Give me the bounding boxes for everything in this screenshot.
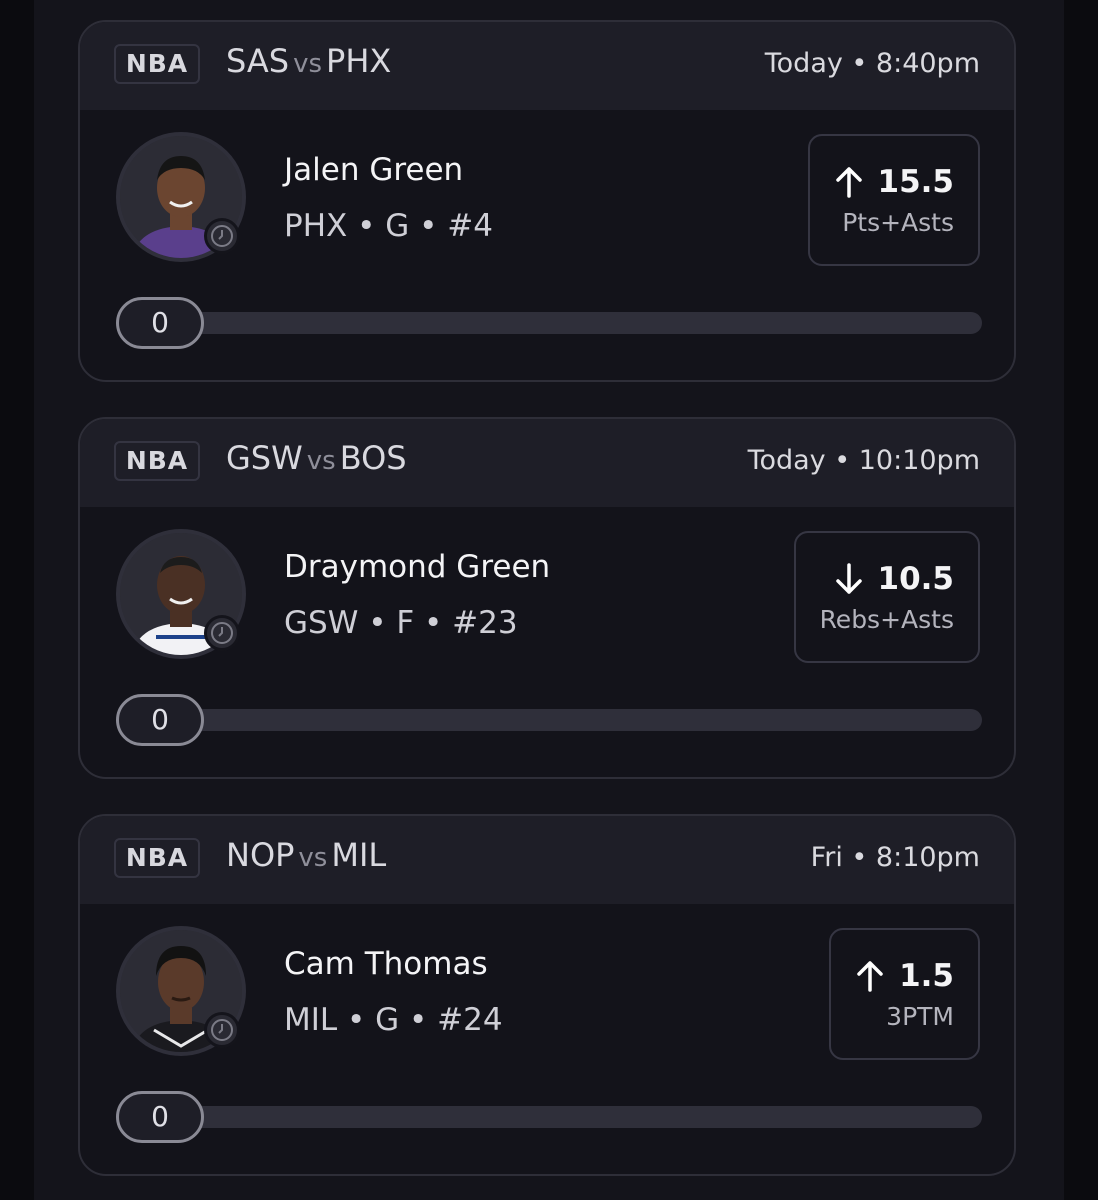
pick-card[interactable]: NBA NOP vs MIL Fri • 8:10pm Cam Thomas M… xyxy=(78,814,1016,1176)
game-time: Today • 10:10pm xyxy=(747,445,980,476)
progress-count: 0 xyxy=(116,694,204,746)
matchup: NOP vs MIL xyxy=(226,836,386,874)
arrow-down-icon xyxy=(835,562,862,594)
progress-track xyxy=(152,1106,982,1128)
projection-button[interactable]: 1.5 3PTM xyxy=(829,928,980,1060)
progress-count: 0 xyxy=(116,297,204,349)
player-name: Cam Thomas xyxy=(284,946,488,982)
card-header: NBA GSW vs BOS Today • 10:10pm xyxy=(80,419,1014,507)
projection-button[interactable]: 15.5 Pts+Asts xyxy=(807,134,980,266)
progress-track xyxy=(152,312,982,334)
game-time: Fri • 8:10pm xyxy=(810,842,980,873)
team-a: GSW xyxy=(226,439,303,477)
projection-line: 1.5 xyxy=(855,958,954,994)
team-b: PHX xyxy=(326,42,392,80)
team-b: MIL xyxy=(331,836,387,874)
game-time: Today • 8:40pm xyxy=(764,48,980,79)
team-a: SAS xyxy=(226,42,290,80)
league-badge: NBA xyxy=(114,44,200,84)
projection-stat: Pts+Asts xyxy=(842,207,954,237)
projection-stat: Rebs+Asts xyxy=(819,604,954,634)
clock-icon xyxy=(204,615,240,651)
pick-card[interactable]: NBA GSW vs BOS Today • 10:10pm Draymond … xyxy=(78,417,1016,779)
projection-button[interactable]: 10.5 Rebs+Asts xyxy=(793,531,980,663)
projection-stat: 3PTM xyxy=(886,1001,954,1031)
card-header: NBA NOP vs MIL Fri • 8:10pm xyxy=(80,816,1014,904)
card-header: NBA SAS vs PHX Today • 8:40pm xyxy=(80,22,1014,110)
clock-icon xyxy=(204,218,240,254)
projection-value: 15.5 xyxy=(877,163,955,200)
progress-count: 0 xyxy=(116,1091,204,1143)
player-name: Draymond Green xyxy=(284,549,551,585)
player-name: Jalen Green xyxy=(284,152,464,188)
vs-label: vs xyxy=(306,446,336,476)
pick-card[interactable]: NBA SAS vs PHX Today • 8:40pm Jalen Green xyxy=(78,20,1016,382)
progress-track xyxy=(152,709,982,731)
team-b: BOS xyxy=(339,439,407,477)
projection-value: 10.5 xyxy=(877,560,955,597)
screen: NBA SAS vs PHX Today • 8:40pm Jalen Green xyxy=(0,0,1098,1200)
league-badge: NBA xyxy=(114,838,200,878)
player-info: GSW • F • #23 xyxy=(284,605,518,641)
team-a: NOP xyxy=(226,836,295,874)
arrow-up-icon xyxy=(835,166,862,198)
projection-line: 15.5 xyxy=(834,163,955,200)
vs-label: vs xyxy=(298,843,328,873)
player-info: PHX • G • #4 xyxy=(284,208,493,244)
league-badge: NBA xyxy=(114,441,200,481)
vs-label: vs xyxy=(293,49,323,79)
matchup: SAS vs PHX xyxy=(226,42,391,80)
arrow-up-icon xyxy=(857,960,883,992)
clock-icon xyxy=(204,1012,240,1048)
matchup: GSW vs BOS xyxy=(226,439,407,477)
player-info: MIL • G • #24 xyxy=(284,1002,503,1038)
projection-line: 10.5 xyxy=(834,560,955,597)
projection-value: 1.5 xyxy=(899,957,954,994)
